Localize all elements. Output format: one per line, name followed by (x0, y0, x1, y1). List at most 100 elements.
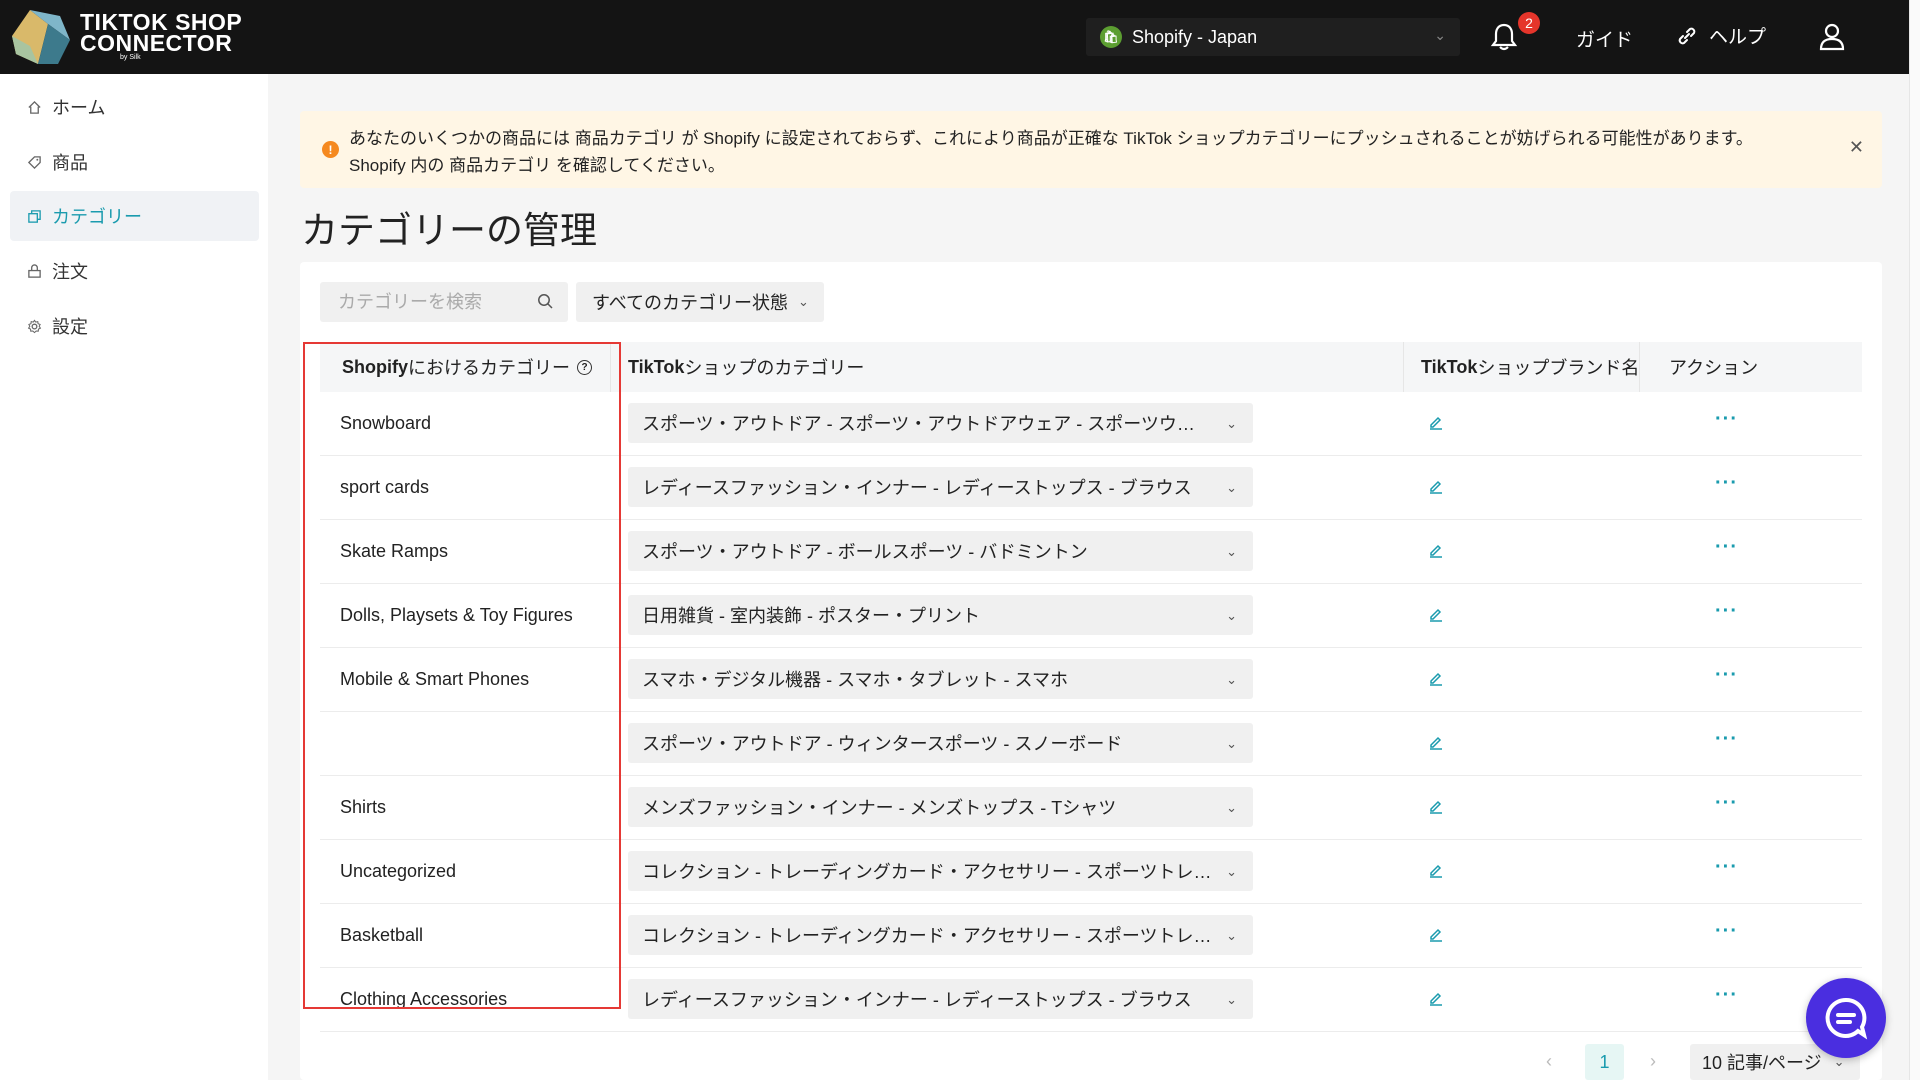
edit-brand-icon[interactable] (1428, 798, 1444, 819)
chevron-down-icon: ⌄ (1226, 416, 1237, 431)
home-icon (26, 99, 42, 115)
more-actions-icon[interactable]: ··· (1715, 792, 1738, 815)
tiktok-category-dropdown[interactable]: スマホ・デジタル機器 - スマホ・タブレット - スマホ ⌄ (628, 659, 1253, 699)
warning-icon: ! (322, 141, 339, 158)
tiktok-category-value: スポーツ・アウトドア - ウィンタースポーツ - スノーボード (642, 734, 1123, 754)
notification-count-badge: 2 (1518, 12, 1540, 34)
pagination-prev-icon[interactable]: ‹ (1546, 1051, 1552, 1072)
more-actions-icon[interactable]: ··· (1715, 920, 1738, 943)
edit-brand-icon[interactable] (1428, 606, 1444, 627)
column-header-brand-name: TikTok ショップブランド名 (1421, 342, 1639, 392)
category-search-input[interactable] (336, 290, 540, 314)
edit-brand-icon[interactable] (1428, 670, 1444, 691)
tiktok-category-value: スポーツ・アウトドア - ボールスポーツ - バドミントン (642, 542, 1088, 562)
page-size-value: 10 記事/ページ (1702, 1053, 1822, 1073)
edit-brand-icon[interactable] (1428, 478, 1444, 499)
category-search-field[interactable] (320, 282, 568, 322)
shopify-category-column-highlight (303, 342, 621, 1009)
notification-bell-icon[interactable] (1490, 22, 1518, 57)
column-header-tiktok-bold: TikTok (628, 356, 685, 377)
chevron-down-icon: ⌄ (798, 294, 809, 309)
guide-link[interactable]: ガイド (1576, 25, 1633, 52)
category-status-dropdown[interactable]: すべてのカテゴリー状態 ⌄ (576, 282, 824, 322)
category-warning-alert: ! あなたのいくつかの商品には 商品カテゴリ が Shopify に設定されてお… (300, 111, 1882, 188)
chevron-down-icon: ⌄ (1226, 672, 1237, 687)
edit-brand-icon[interactable] (1428, 734, 1444, 755)
sidebar-item-orders[interactable]: 注文 (10, 246, 259, 296)
more-actions-icon[interactable]: ··· (1715, 408, 1738, 431)
tiktok-category-value: スポーツ・アウトドア - スポーツ・アウトドアウェア - スポーツウェア... (642, 414, 1212, 434)
more-actions-icon[interactable]: ··· (1715, 984, 1738, 1007)
sidebar-item-home[interactable]: ホーム (10, 82, 259, 132)
chat-support-button[interactable] (1806, 978, 1886, 1058)
more-actions-icon[interactable]: ··· (1715, 472, 1738, 495)
tiktok-category-dropdown[interactable]: レディースファッション・インナー - レディーストップス - ブラウス ⌄ (628, 467, 1253, 507)
chevron-down-icon: ⌄ (1434, 27, 1446, 43)
column-header-action: アクション (1669, 358, 1759, 378)
edit-brand-icon[interactable] (1428, 862, 1444, 883)
tiktok-category-dropdown[interactable]: コレクション - トレーディングカード・アクセサリー - スポーツトレー... ⌄ (628, 915, 1253, 955)
store-selector[interactable]: 🛍 Shopify - Japan ⌄ (1086, 18, 1460, 56)
more-actions-icon[interactable]: ··· (1715, 664, 1738, 687)
tiktok-category-value: スマホ・デジタル機器 - スマホ・タブレット - スマホ (642, 670, 1069, 690)
chevron-down-icon: ⌄ (1226, 544, 1237, 559)
tiktok-category-value: メンズファッション・インナー - メンズトップス - Tシャツ (642, 798, 1117, 818)
edit-brand-icon[interactable] (1428, 990, 1444, 1011)
user-account-icon[interactable] (1818, 22, 1846, 57)
status-dropdown-value: すべてのカテゴリー状態 (592, 293, 789, 313)
sidebar-item-label: 設定 (52, 317, 88, 337)
chevron-down-icon: ⌄ (1226, 608, 1237, 623)
tiktok-category-dropdown[interactable]: スポーツ・アウトドア - ウィンタースポーツ - スノーボード ⌄ (628, 723, 1253, 763)
chevron-down-icon: ⌄ (1226, 480, 1237, 495)
app-logo[interactable]: TIKTOK SHOP CONNECTOR by Silk (8, 6, 242, 68)
shopify-bag-icon: 🛍 (1100, 26, 1122, 48)
tiktok-category-dropdown[interactable]: メンズファッション・インナー - メンズトップス - Tシャツ ⌄ (628, 787, 1253, 827)
column-divider (1639, 342, 1640, 392)
sidebar-item-label: 商品 (52, 153, 88, 173)
gear-icon (26, 318, 42, 334)
tiktok-category-value: コレクション - トレーディングカード・アクセサリー - スポーツトレー... (642, 926, 1212, 946)
column-divider (1403, 342, 1404, 392)
chat-bubble-icon (1825, 997, 1868, 1040)
page-scrollbar[interactable] (1909, 0, 1920, 1080)
link-icon (1678, 27, 1696, 44)
alert-message-line2: Shopify 内の 商品カテゴリ を確認してください。 (349, 156, 725, 175)
more-actions-icon[interactable]: ··· (1715, 536, 1738, 559)
alert-message-line1: あなたのいくつかの商品には 商品カテゴリ が Shopify に設定されておらず… (349, 129, 1753, 148)
edit-brand-icon[interactable] (1428, 414, 1444, 435)
tiktok-category-dropdown[interactable]: コレクション - トレーディングカード・アクセサリー - スポーツトレー... ⌄ (628, 851, 1253, 891)
pagination-next-icon[interactable]: › (1650, 1051, 1656, 1072)
help-link[interactable]: ヘルプ (1675, 22, 1766, 49)
tiktok-category-value: レディースファッション・インナー - レディーストップス - ブラウス (642, 478, 1192, 498)
category-icon (26, 208, 42, 224)
close-icon[interactable]: ✕ (1849, 137, 1864, 158)
sidebar: ホーム 商品 カテゴリー 注文 設定 (0, 74, 268, 1080)
tiktok-category-dropdown[interactable]: スポーツ・アウトドア - スポーツ・アウトドアウェア - スポーツウェア... ⌄ (628, 403, 1253, 443)
edit-brand-icon[interactable] (1428, 542, 1444, 563)
edit-brand-icon[interactable] (1428, 926, 1444, 947)
store-name: Shopify - Japan (1132, 26, 1258, 47)
more-actions-icon[interactable]: ··· (1715, 856, 1738, 879)
search-icon[interactable] (537, 293, 554, 310)
sidebar-item-categories[interactable]: カテゴリー (10, 191, 259, 241)
more-actions-icon[interactable]: ··· (1715, 728, 1738, 751)
column-header-tiktok-category: TikTok ショップのカテゴリー (628, 342, 864, 392)
tiktok-category-dropdown[interactable]: レディースファッション・インナー - レディーストップス - ブラウス ⌄ (628, 979, 1253, 1019)
sidebar-item-products[interactable]: 商品 (10, 137, 259, 187)
logo-mark-icon (12, 10, 70, 64)
tiktok-category-dropdown[interactable]: スポーツ・アウトドア - ボールスポーツ - バドミントン ⌄ (628, 531, 1253, 571)
column-header-brand-bold: TikTok (1421, 356, 1478, 377)
tiktok-category-dropdown[interactable]: 日用雑貨 - 室内装飾 - ポスター・プリント ⌄ (628, 595, 1253, 635)
tiktok-category-value: レディースファッション・インナー - レディーストップス - ブラウス (642, 990, 1192, 1010)
chevron-down-icon: ⌄ (1226, 928, 1237, 943)
column-header-tiktok-text: ショップのカテゴリー (684, 358, 865, 378)
pagination-page-current[interactable]: 1 (1585, 1044, 1624, 1080)
sidebar-item-label: ホーム (52, 98, 106, 118)
chevron-down-icon: ⌄ (1226, 800, 1237, 815)
top-bar: TIKTOK SHOP CONNECTOR by Silk 🛍 Shopify … (0, 0, 1910, 74)
help-label: ヘルプ (1709, 27, 1767, 48)
more-actions-icon[interactable]: ··· (1715, 600, 1738, 623)
column-header-brand-text: ショップブランド名 (1477, 358, 1640, 378)
tag-icon (26, 154, 42, 170)
sidebar-item-settings[interactable]: 設定 (10, 301, 259, 351)
